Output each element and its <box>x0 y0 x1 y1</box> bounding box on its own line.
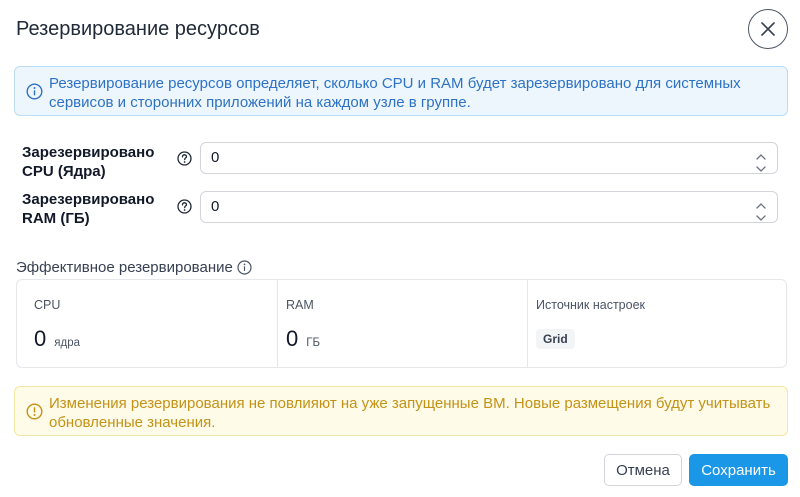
effective-ram-number: 0 <box>286 326 299 351</box>
ram-stepper[interactable] <box>755 195 767 221</box>
effective-cpu-column: CPU 0 ядра <box>17 280 277 367</box>
effective-ram-unit: ГБ <box>306 337 321 349</box>
effective-ram-column: RAM 0 ГБ <box>277 280 528 367</box>
ram-reserved-field[interactable] <box>211 198 731 215</box>
effective-reservation-label: Эффективное резервирование <box>16 259 233 276</box>
info-banner: Резервирование ресурсов определяет, скол… <box>14 66 788 116</box>
cpu-reserved-input[interactable] <box>200 142 778 174</box>
close-icon <box>761 22 775 36</box>
effective-ram-label: RAM <box>286 298 314 312</box>
chevron-down-icon[interactable] <box>755 209 767 227</box>
info-icon[interactable] <box>237 260 252 275</box>
cpu-label-line2: CPU (Ядра) <box>22 163 106 180</box>
ram-label-line2: RAM (ГБ) <box>22 210 90 227</box>
effective-reservation-heading: Эффективное резервирование <box>16 259 252 276</box>
dialog-title: Резервирование ресурсов <box>16 18 260 40</box>
effective-cpu-value: 0 ядра <box>34 326 80 352</box>
ram-help-icon[interactable] <box>177 199 192 219</box>
cpu-reserved-label: Зарезервировано CPU (Ядра) <box>22 143 172 181</box>
ram-reserved-label: Зарезервировано RAM (ГБ) <box>22 190 172 228</box>
effective-cpu-label: CPU <box>34 298 61 312</box>
effective-cpu-number: 0 <box>34 326 47 351</box>
info-text: Резервирование ресурсов определяет, скол… <box>49 75 741 111</box>
chevron-down-icon[interactable] <box>755 160 767 178</box>
effective-cpu-unit: ядра <box>54 337 80 349</box>
cpu-help-icon[interactable] <box>177 151 192 171</box>
settings-source-label: Источник настроек <box>536 298 645 312</box>
save-button[interactable]: Сохранить <box>689 454 788 486</box>
warning-text: Изменения резервирования не повлияют на … <box>49 395 771 431</box>
close-button[interactable] <box>748 9 788 49</box>
cpu-reserved-field[interactable] <box>211 149 731 166</box>
cancel-button[interactable]: Отмена <box>604 454 682 486</box>
cpu-stepper[interactable] <box>755 146 767 172</box>
warning-icon <box>26 403 43 425</box>
settings-source-badge: Grid <box>536 329 575 349</box>
effective-reservation-card: CPU 0 ядра RAM 0 ГБ Источник настроек Grid <box>16 279 787 368</box>
ram-label-line1: Зарезервировано <box>22 191 155 208</box>
info-icon <box>26 83 43 105</box>
cpu-label-line1: Зарезервировано <box>22 144 155 161</box>
warning-banner: Изменения резервирования не повлияют на … <box>14 386 788 436</box>
settings-source-column: Источник настроек Grid <box>527 280 787 367</box>
ram-reserved-input[interactable] <box>200 191 778 223</box>
effective-ram-value: 0 ГБ <box>286 326 320 352</box>
